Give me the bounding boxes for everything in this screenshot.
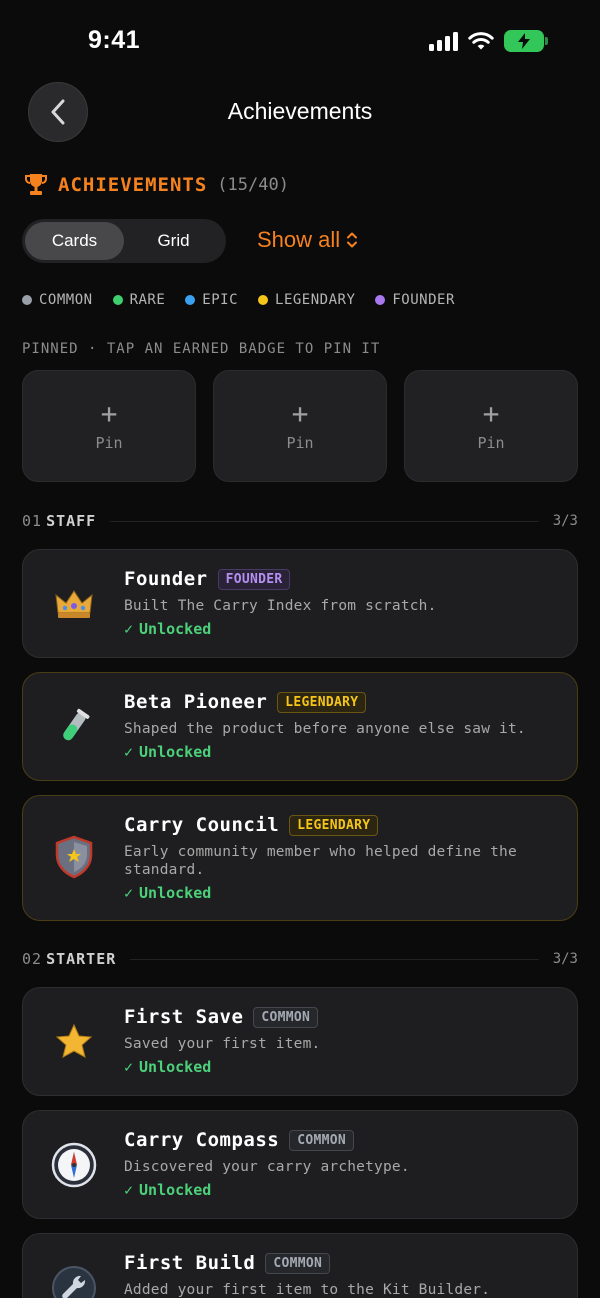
achievement-card-carry-council[interactable]: Carry Council LEGENDARY Early community … <box>22 795 578 921</box>
card-description: Discovered your carry archetype. <box>124 1159 410 1175</box>
rarity-badge: LEGENDARY <box>289 814 379 836</box>
card-description: Built The Carry Index from scratch. <box>124 598 437 614</box>
show-all-button[interactable]: Show all <box>257 227 358 253</box>
plus-icon: + <box>482 397 500 430</box>
unlocked-status: ✓ Unlocked <box>124 1181 212 1199</box>
section-header-starter: 02 STARTER 3/3 <box>22 950 578 968</box>
achievement-card-founder[interactable]: Founder FOUNDER Built The Carry Index fr… <box>22 549 578 658</box>
chevron-up-down-icon <box>347 232 358 248</box>
pin-slot[interactable]: + Pin <box>213 370 387 482</box>
legend-legendary: LEGENDARY <box>258 292 355 308</box>
section-title: STAFF <box>46 512 97 530</box>
test-tube-icon <box>51 704 97 750</box>
legend-dot <box>22 295 32 305</box>
rarity-badge: FOUNDER <box>217 568 291 590</box>
achievement-card-beta-pioneer[interactable]: Beta Pioneer LEGENDARY Shaped the produc… <box>22 672 578 781</box>
card-title: Carry Compass <box>124 1129 280 1151</box>
page-title: Achievements <box>227 98 373 124</box>
section-title: STARTER <box>46 950 117 968</box>
legend-dot <box>185 295 196 305</box>
card-description: Early community member who helped define… <box>124 844 517 878</box>
achievements-header: ACHIEVEMENTS (15/40) <box>24 172 289 198</box>
pin-slot-label: Pin <box>477 434 505 452</box>
check-icon: ✓ <box>124 1058 134 1076</box>
achievement-card-first-build[interactable]: First Build COMMON Added your first item… <box>22 1233 578 1298</box>
card-title: Founder <box>124 568 208 590</box>
card-description: Saved your first item. <box>124 1036 321 1052</box>
section-divider <box>130 958 539 960</box>
section-header-staff: 01 STAFF 3/3 <box>22 512 578 530</box>
unlocked-status: ✓ Unlocked <box>124 743 212 761</box>
crown-icon <box>51 581 97 627</box>
card-title: First Build <box>124 1252 256 1274</box>
plus-icon: + <box>291 397 309 430</box>
section-number: 01 <box>22 512 43 530</box>
card-title: Beta Pioneer <box>124 691 268 713</box>
rarity-legend: COMMON RARE EPIC LEGENDARY FOUNDER <box>22 292 455 308</box>
check-icon: ✓ <box>124 884 134 902</box>
card-description: Added your first item to the Kit Builder… <box>124 1282 491 1298</box>
legend-dot <box>258 295 269 305</box>
check-icon: ✓ <box>124 620 134 638</box>
rarity-badge: COMMON <box>289 1129 354 1151</box>
wrench-icon <box>51 1265 97 1298</box>
legend-common: COMMON <box>22 292 93 308</box>
card-title: First Save <box>124 1006 244 1028</box>
compass-icon <box>51 1142 97 1188</box>
section-number: 02 <box>22 950 43 968</box>
section-divider <box>110 520 539 522</box>
status-bar: 9:41 <box>0 0 600 84</box>
check-icon: ✓ <box>124 1181 134 1199</box>
wifi-icon <box>468 32 494 50</box>
legend-rare: RARE <box>112 292 166 308</box>
achievements-count: (15/40) <box>217 175 289 195</box>
cellular-signal-icon <box>429 31 458 51</box>
status-time: 9:41 <box>88 26 141 54</box>
pinned-slots: + Pin + Pin + Pin <box>22 370 578 482</box>
view-toggle-grid[interactable]: Grid <box>124 222 223 260</box>
legend-dot <box>112 295 123 305</box>
card-title: Carry Council <box>124 814 280 836</box>
achievement-card-carry-compass[interactable]: Carry Compass COMMON Discovered your car… <box>22 1110 578 1219</box>
legend-epic: EPIC <box>185 292 238 308</box>
pin-slot[interactable]: + Pin <box>404 370 578 482</box>
legend-dot <box>375 295 386 305</box>
achievements-title: ACHIEVEMENTS <box>58 174 208 196</box>
rarity-badge: COMMON <box>253 1006 319 1028</box>
legend-founder: FOUNDER <box>375 292 455 308</box>
battery-charging-icon <box>504 30 548 52</box>
achievement-card-first-save[interactable]: First Save COMMON Saved your first item.… <box>22 987 578 1096</box>
card-description: Shaped the product before anyone else sa… <box>124 721 526 737</box>
section-count: 3/3 <box>552 513 578 529</box>
status-icons <box>429 30 548 52</box>
trophy-icon <box>25 174 47 195</box>
show-all-label: Show all <box>257 227 341 252</box>
view-toggle-cards[interactable]: Cards <box>25 222 124 260</box>
pin-slot-label: Pin <box>95 434 123 452</box>
unlocked-status: ✓ Unlocked <box>124 884 212 902</box>
rarity-badge: LEGENDARY <box>277 691 367 713</box>
pinned-label: PINNED · TAP AN EARNED BADGE TO PIN IT <box>22 341 381 357</box>
check-icon: ✓ <box>124 743 134 761</box>
pin-slot-label: Pin <box>286 434 314 452</box>
rarity-badge: COMMON <box>265 1252 331 1274</box>
view-toggle: Cards Grid <box>22 219 226 263</box>
unlocked-status: ✓ Unlocked <box>124 1058 212 1076</box>
plus-icon: + <box>100 397 118 430</box>
unlocked-status: ✓ Unlocked <box>124 620 212 638</box>
star-icon <box>51 1019 97 1065</box>
pin-slot[interactable]: + Pin <box>22 370 196 482</box>
shield-icon <box>51 834 97 880</box>
section-count: 3/3 <box>552 951 578 967</box>
